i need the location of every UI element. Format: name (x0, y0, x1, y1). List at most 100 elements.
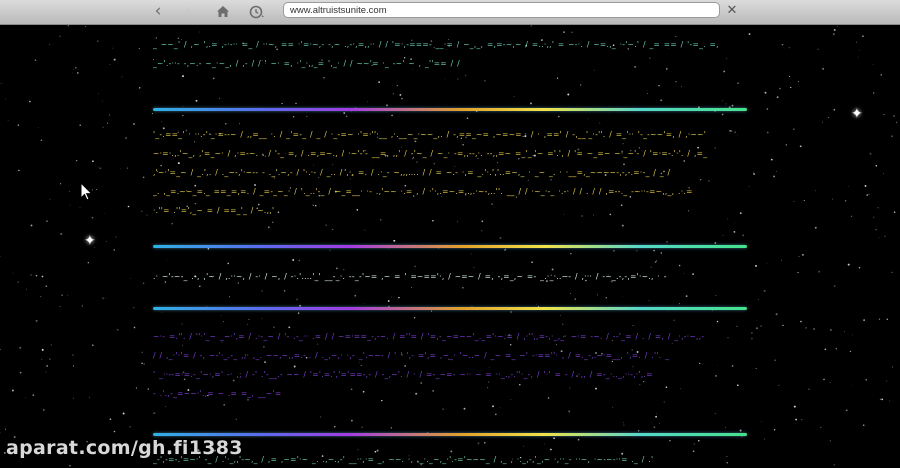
star (75, 159, 78, 162)
star (833, 108, 836, 111)
star (833, 464, 836, 466)
star (829, 382, 831, 384)
star (113, 249, 115, 251)
star (773, 175, 776, 178)
star (43, 409, 45, 411)
star (875, 165, 878, 167)
star (847, 263, 850, 266)
history-button[interactable] (245, 1, 269, 22)
page-viewport: ✦ ✦ _ ~~_' / ,~ ',.= ,-·-·· =_ / ··~, ==… (0, 25, 900, 468)
illegible-text-texture: .· ~'-~-_ .-, ,'~ / ,.··~, / -· / ~, / -… (153, 272, 667, 281)
star (97, 166, 99, 168)
star (781, 43, 784, 46)
star (814, 226, 817, 229)
star (893, 211, 896, 213)
paragraph-3: .· ~'-~-_ .-, ,'~ / ,.··~, / -· / ~, / -… (153, 267, 743, 287)
star (69, 191, 71, 192)
star (788, 47, 790, 49)
star (873, 216, 875, 218)
star (884, 235, 886, 237)
star (126, 167, 129, 169)
star (844, 199, 847, 202)
star (116, 328, 119, 331)
star (796, 272, 798, 274)
star (79, 124, 81, 127)
star (59, 183, 62, 185)
star (138, 87, 141, 89)
stop-button[interactable]: ✕ (724, 2, 740, 20)
star (766, 108, 769, 110)
star (141, 362, 143, 364)
star (758, 298, 759, 300)
star (850, 215, 853, 218)
star (868, 193, 870, 195)
star (820, 426, 822, 428)
rainbow-divider (153, 245, 747, 248)
history-icon (249, 5, 264, 19)
star (823, 378, 825, 381)
star (19, 346, 22, 349)
star (61, 294, 64, 297)
star (813, 328, 816, 330)
paragraph-4: ~·- =.''. / ''·'_~ _~·',= / .·-_~ / '- .… (153, 327, 743, 409)
star (751, 332, 753, 334)
star (878, 236, 880, 238)
star (25, 288, 27, 290)
star (781, 259, 782, 261)
star (141, 351, 143, 353)
star (755, 367, 757, 370)
address-bar[interactable]: www.altruistsunite.com (283, 2, 720, 18)
star (760, 325, 762, 327)
star (41, 358, 43, 360)
star (5, 98, 6, 100)
star (97, 93, 99, 95)
star (102, 100, 104, 102)
star (782, 324, 784, 327)
star (793, 405, 796, 408)
star (817, 48, 819, 50)
star (785, 144, 788, 146)
star (0, 82, 2, 84)
star (795, 418, 798, 421)
star (800, 320, 802, 323)
star (824, 348, 827, 351)
star (95, 189, 97, 190)
star (92, 160, 94, 163)
star (35, 319, 38, 322)
star (797, 81, 799, 83)
star (17, 281, 19, 283)
star (122, 412, 125, 415)
page-content: _ ~~_' / ,~ ',.= ,-·-·· =_ / ··~, == ·'=… (153, 25, 747, 468)
star (801, 419, 803, 421)
star (49, 358, 51, 360)
star (893, 115, 895, 117)
star (138, 47, 140, 50)
star (96, 40, 99, 43)
forward-button[interactable]: › (176, 1, 200, 22)
star (103, 213, 105, 214)
star (865, 379, 867, 381)
star (832, 33, 835, 36)
star (72, 397, 74, 399)
paragraph-1: _ ~~_' / ,~ ',.= ,-·-·· =_ / ··~, == ·'=… (153, 35, 743, 79)
star (763, 289, 766, 292)
star (59, 305, 61, 308)
star (799, 145, 802, 148)
star (87, 262, 89, 264)
star (72, 354, 74, 356)
star (49, 44, 50, 46)
home-button[interactable] (211, 1, 235, 22)
star (753, 171, 754, 173)
back-button[interactable]: ‹ (146, 1, 170, 22)
star (0, 432, 1, 434)
star (798, 255, 800, 257)
star (815, 190, 817, 192)
star (844, 330, 845, 332)
star (763, 438, 765, 440)
star (756, 327, 758, 329)
star (89, 396, 91, 398)
star (0, 348, 1, 351)
star (30, 274, 32, 276)
star (133, 326, 136, 329)
star (113, 58, 116, 61)
